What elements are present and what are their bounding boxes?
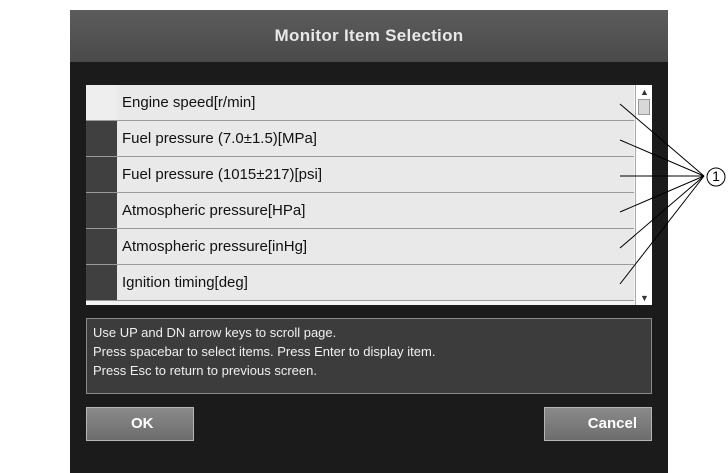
item-checkbox[interactable]	[86, 265, 117, 300]
list-item[interactable]: Atmospheric pressure[HPa]	[86, 193, 634, 229]
list-item[interactable]: Fuel pressure (1015±217)[psi]	[86, 157, 634, 193]
item-checkbox[interactable]	[86, 121, 117, 156]
help-line: Press spacebar to select items. Press En…	[93, 344, 436, 359]
item-checkbox[interactable]	[86, 85, 117, 120]
ok-button[interactable]: OK	[86, 407, 194, 441]
item-label: Ignition timing[deg]	[122, 274, 248, 291]
list-item[interactable]: Engine speed[r/min]	[86, 85, 634, 121]
help-text-panel: Use UP and DN arrow keys to scroll page.…	[86, 318, 652, 394]
item-checkbox[interactable]	[86, 229, 117, 264]
scroll-thumb[interactable]	[638, 99, 650, 115]
cancel-button[interactable]: Cancel	[544, 407, 652, 441]
monitor-item-list[interactable]: Engine speed[r/min] Fuel pressure (7.0±1…	[86, 85, 652, 305]
help-line: Press Esc to return to previous screen.	[93, 363, 317, 378]
page: Monitor Item Selection Engine speed[r/mi…	[0, 0, 728, 473]
list-scrollbar[interactable]: ▲ ▼	[635, 85, 652, 305]
item-label: Engine speed[r/min]	[122, 94, 256, 111]
list-item[interactable]: Fuel pressure (7.0±1.5)[MPa]	[86, 121, 634, 157]
dialog-title: Monitor Item Selection	[70, 10, 668, 62]
scroll-down-icon[interactable]: ▼	[637, 292, 652, 304]
list-item[interactable]: Ignition timing[deg]	[86, 265, 634, 301]
item-label: Fuel pressure (1015±217)[psi]	[122, 166, 323, 183]
monitor-item-selection-dialog: Monitor Item Selection Engine speed[r/mi…	[70, 10, 668, 473]
item-label: Atmospheric pressure[inHg]	[122, 238, 308, 255]
callout-number: 1	[712, 168, 720, 184]
list-item[interactable]: Atmospheric pressure[inHg]	[86, 229, 634, 265]
item-label: Fuel pressure (7.0±1.5)[MPa]	[122, 130, 317, 147]
help-line: Use UP and DN arrow keys to scroll page.	[93, 325, 337, 340]
item-checkbox[interactable]	[86, 193, 117, 228]
item-label: Atmospheric pressure[HPa]	[122, 202, 306, 219]
item-checkbox[interactable]	[86, 157, 117, 192]
scroll-up-icon[interactable]: ▲	[637, 86, 652, 98]
